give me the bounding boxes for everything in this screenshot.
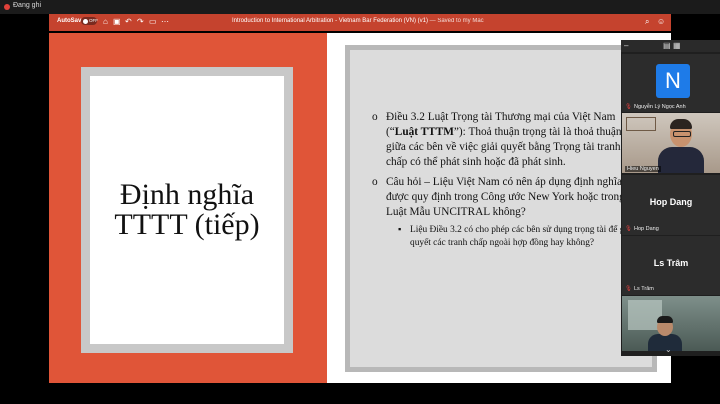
mic-off-icon: 🎙 <box>625 286 632 292</box>
title-box: Định nghĩa TTTT (tiếp) <box>90 76 284 344</box>
sub-bullet-item: ▪ Liệu Điều 3.2 có cho phép các bên sử d… <box>386 224 644 250</box>
panel-toolbar: – ▤ ▦ <box>621 40 720 52</box>
participants-panel: – ▤ ▦ N 🎙 Nguyễn Lý Ngọc Anh Hieu Nguyen … <box>621 40 720 356</box>
participant-name: Hieu Nguyen <box>625 166 661 172</box>
mic-off-icon: 🎙 <box>625 104 632 110</box>
recording-label: Đang ghi <box>13 2 42 9</box>
slide-title-line2: TTTT (tiếp) <box>114 208 260 241</box>
avatar: N <box>656 64 690 98</box>
present-icon[interactable]: ▭ <box>149 16 157 28</box>
chevron-down-icon[interactable]: ⌄ <box>665 345 672 354</box>
speaker-view-icon[interactable]: ▤ <box>663 41 671 51</box>
autosave-toggle[interactable]: OFF <box>81 17 98 25</box>
person-hair <box>670 119 692 129</box>
slide-area: Định nghĩa TTTT (tiếp) o Điều 3.2 Luật T… <box>49 33 671 383</box>
participant-name: 🎙 Nguyễn Lý Ngọc Anh <box>625 104 686 110</box>
home-icon[interactable]: ⌂ <box>103 16 108 28</box>
person-hair <box>657 316 673 323</box>
document-title: Introduction to International Arbitratio… <box>232 18 484 24</box>
participant-tile[interactable] <box>622 296 720 351</box>
participant-tile[interactable]: Hop Dang 🎙 Hop Dang <box>622 175 720 235</box>
sub-bullet-text: Liệu Điều 3.2 có cho phép các bên sử dụn… <box>410 225 634 248</box>
bullet-circle-icon: o <box>372 176 378 188</box>
participant-tile[interactable]: Hieu Nguyen <box>622 113 720 173</box>
record-dot-icon <box>4 4 10 10</box>
bullet-bold-text: Luật TTTM <box>394 126 454 138</box>
more-icon[interactable]: ⋯ <box>161 16 169 28</box>
participant-name: 🎙 Ls Trâm <box>625 286 654 292</box>
video-feed <box>622 296 720 351</box>
undo-icon[interactable]: ↶ <box>125 16 132 28</box>
slide: Định nghĩa TTTT (tiếp) o Điều 3.2 Luật T… <box>49 33 671 383</box>
save-icon[interactable]: ▣ <box>113 16 121 28</box>
glasses-icon <box>673 131 691 137</box>
document-name: Introduction to International Arbitratio… <box>232 18 428 24</box>
bullet-circle-icon: o <box>372 111 378 123</box>
participant-tile[interactable]: N 🎙 Nguyễn Lý Ngọc Anh <box>622 54 720 112</box>
content-box: o Điều 3.2 Luật Trọng tài Thương mại của… <box>350 50 652 367</box>
redo-icon[interactable]: ↷ <box>137 16 144 28</box>
gallery-view-icon[interactable]: ▦ <box>673 41 681 51</box>
recording-indicator: Đang ghi <box>0 0 720 14</box>
mic-off-icon: 🎙 <box>625 226 632 232</box>
bullet-text: Câu hỏi – Liệu Việt Nam có nên áp dụng đ… <box>386 176 643 218</box>
participant-tile[interactable]: Ls Trâm 🎙 Ls Trâm <box>622 236 720 295</box>
participant-display-name: Hop Dang <box>649 197 693 207</box>
wall-frame <box>626 117 656 131</box>
content-panel: o Điều 3.2 Luật Trọng tài Thương mại của… <box>345 45 657 372</box>
autosave-state: OFF <box>89 17 98 23</box>
minimize-icon[interactable]: – <box>624 41 628 51</box>
bottom-bar <box>49 383 671 404</box>
share-icon[interactable]: ☺ <box>657 16 665 28</box>
bullet-list: o Điều 3.2 Luật Trọng tài Thương mại của… <box>372 110 644 255</box>
bullet-item: o Điều 3.2 Luật Trọng tài Thương mại của… <box>372 110 644 170</box>
powerpoint-title-bar: AutoSave OFF ⌂ ▣ ↶ ↷ ▭ ⋯ Introduction to… <box>49 14 671 31</box>
save-status: — Saved to my Mac <box>429 18 484 24</box>
participant-name: 🎙 Hop Dang <box>625 226 659 232</box>
left-panel: Định nghĩa TTTT (tiếp) <box>49 33 327 383</box>
search-icon[interactable]: ⌕ <box>645 16 649 28</box>
video-feed <box>622 113 720 173</box>
slide-title-line1: Định nghĩa <box>119 178 255 211</box>
bullet-square-icon: ▪ <box>398 225 402 235</box>
participant-display-name: Ls Trâm <box>653 258 689 268</box>
title-frame: Định nghĩa TTTT (tiếp) <box>81 67 293 353</box>
person-body <box>658 147 704 173</box>
bullet-item: o Câu hỏi – Liệu Việt Nam có nên áp dụng… <box>372 175 644 250</box>
slide-title: Định nghĩa TTTT (tiếp) <box>114 180 259 240</box>
toggle-knob <box>83 18 88 24</box>
